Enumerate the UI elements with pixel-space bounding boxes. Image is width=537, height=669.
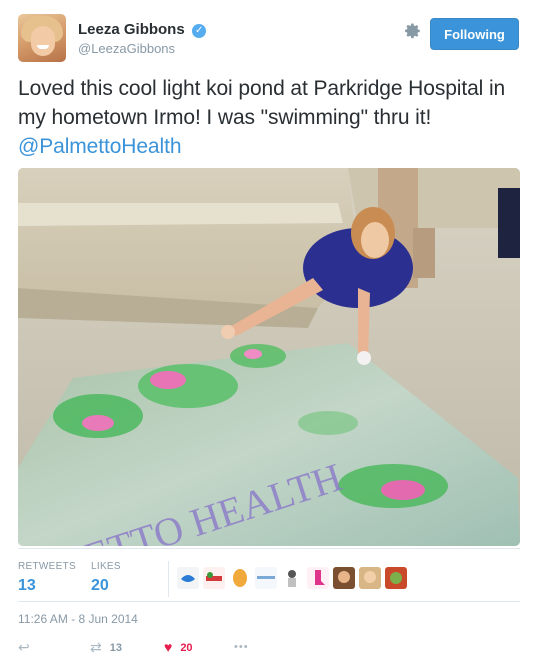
tweet-photo[interactable]: METTO HEALTH: [18, 168, 520, 546]
divider: [18, 601, 520, 602]
retweet-icon: ⇄: [90, 639, 102, 655]
user-info: Leeza Gibbons ✓ @LeezaGibbons: [78, 21, 207, 56]
mention-link[interactable]: @PalmettoHealth: [18, 135, 182, 158]
reply-icon: ↩: [18, 639, 30, 655]
avatar[interactable]: [229, 567, 251, 589]
retweets-stat[interactable]: RETWEETS 13: [18, 561, 76, 595]
retweet-button[interactable]: ⇄ 13: [90, 638, 122, 656]
tweet-timestamp[interactable]: 11:26 AM - 8 Jun 2014: [18, 612, 138, 626]
tweet-body: Loved this cool light koi pond at Parkri…: [18, 77, 506, 129]
tweet-stats: RETWEETS 13 LIKES 20: [18, 548, 520, 602]
likes-label: LIKES: [91, 561, 121, 572]
more-button[interactable]: •••: [234, 638, 249, 656]
avatar[interactable]: [281, 567, 303, 589]
display-name[interactable]: Leeza Gibbons: [78, 21, 185, 38]
avatar[interactable]: [177, 567, 199, 589]
tweet-text: Loved this cool light koi pond at Parkri…: [18, 74, 518, 161]
more-icon: •••: [234, 641, 249, 653]
avatar[interactable]: [359, 567, 381, 589]
likes-stat[interactable]: LIKES 20: [91, 561, 121, 595]
tweet-header: Leeza Gibbons ✓ @LeezaGibbons Following: [18, 14, 519, 64]
divider: [18, 548, 520, 549]
avatar[interactable]: [385, 567, 407, 589]
divider: [168, 561, 169, 597]
avatar[interactable]: [307, 567, 329, 589]
user-handle[interactable]: @LeezaGibbons: [78, 41, 206, 56]
reply-button[interactable]: ↩: [18, 638, 30, 656]
avatar[interactable]: [255, 567, 277, 589]
likes-count: 20: [91, 577, 109, 594]
avatar[interactable]: [203, 567, 225, 589]
retweets-count: 13: [18, 577, 36, 594]
heart-icon: ♥: [164, 639, 173, 655]
avatar[interactable]: [333, 567, 355, 589]
verified-badge-icon: ✓: [192, 24, 207, 38]
avatar[interactable]: [18, 14, 66, 62]
following-button[interactable]: Following: [430, 18, 519, 50]
retweet-count: 13: [109, 642, 122, 654]
like-count: 20: [180, 642, 193, 654]
retweets-label: RETWEETS: [18, 561, 76, 572]
gear-icon[interactable]: [402, 22, 424, 44]
tweet-actions: ↩ ⇄ 13 ♥ 20 •••: [18, 638, 318, 658]
like-button[interactable]: ♥ 20: [164, 638, 193, 656]
